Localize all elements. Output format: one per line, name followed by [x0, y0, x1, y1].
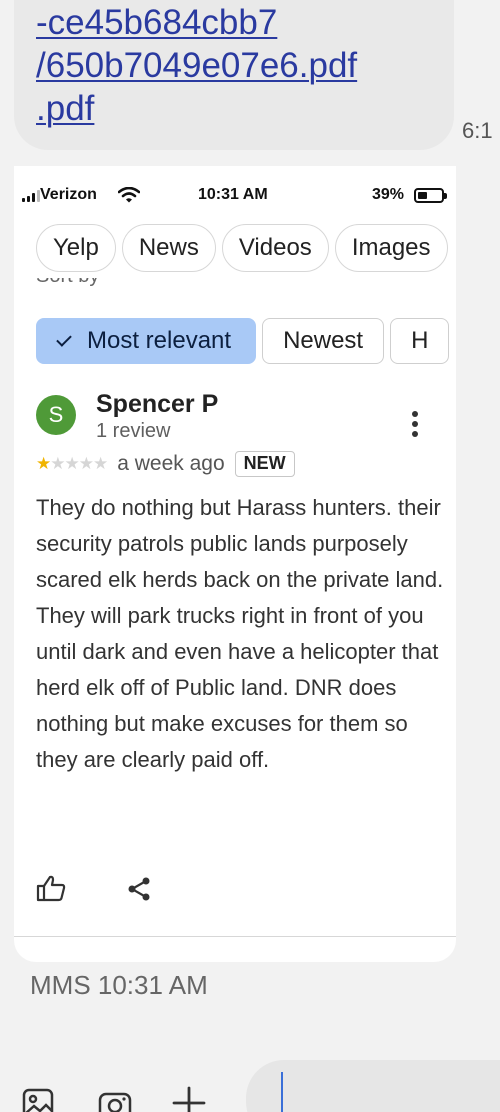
message-timestamp: 6:1	[462, 118, 493, 143]
sort-most-relevant[interactable]: Most relevant	[36, 318, 257, 364]
share-icon[interactable]	[126, 876, 152, 902]
attachment-link-line-3[interactable]: .pdf	[36, 87, 454, 130]
battery-icon	[414, 188, 447, 203]
image-attachment[interactable]: Verizon 10:31 AM 39% Yelp News Videos Image…	[14, 166, 456, 962]
embedded-status-bar: Verizon 10:31 AM 39%	[14, 184, 456, 208]
reviewer-name[interactable]: Spencer P	[96, 390, 218, 419]
sort-by-label: Sort by	[36, 278, 99, 288]
add-icon[interactable]	[172, 1086, 206, 1112]
new-badge: NEW	[234, 451, 295, 477]
sort-highest[interactable]: H	[390, 318, 450, 364]
wifi-icon	[118, 187, 140, 203]
message-composer	[0, 1060, 500, 1112]
message-input[interactable]	[246, 1060, 500, 1112]
star-rating: ★★★★★	[36, 454, 108, 474]
text-cursor	[281, 1072, 283, 1112]
search-filter-chips: Yelp News Videos Images	[36, 224, 454, 272]
more-options-icon[interactable]	[412, 411, 420, 437]
sort-most-relevant-label: Most relevant	[87, 327, 232, 354]
chip-images[interactable]: Images	[334, 224, 448, 272]
check-icon	[56, 331, 72, 347]
link-message-bubble: -ce45b684cbb7 /650b7049e07e6.pdf .pdf	[14, 0, 454, 150]
star-icon: ★★★★	[50, 454, 108, 473]
review-text: They do nothing but Harass hunters. thei…	[36, 495, 444, 772]
cell-signal-icon	[22, 190, 40, 202]
chip-news[interactable]: News	[121, 224, 216, 272]
reviewer-avatar[interactable]: S	[36, 395, 76, 435]
divider	[14, 936, 456, 937]
gallery-icon[interactable]	[22, 1088, 54, 1112]
battery-percentage: 39%	[372, 186, 405, 203]
carrier-name: Verizon	[40, 186, 97, 203]
reviewer-review-count: 1 review	[96, 420, 171, 442]
sort-newest[interactable]: Newest	[262, 318, 385, 364]
review-time-ago: a week ago	[117, 452, 225, 475]
chip-videos[interactable]: Videos	[221, 224, 329, 272]
chip-yelp[interactable]: Yelp	[36, 224, 116, 272]
sort-options: Most relevant Newest H	[36, 318, 455, 364]
attachment-link-line-2[interactable]: /650b7049e07e6.pdf	[36, 44, 454, 87]
camera-icon[interactable]	[98, 1088, 132, 1112]
mms-timestamp: MMS 10:31 AM	[30, 970, 208, 1000]
status-time: 10:31 AM	[198, 186, 268, 203]
attachment-link-line-1[interactable]: -ce45b684cbb7	[36, 1, 454, 44]
review-rating-row: ★★★★★ a week ago NEW	[36, 451, 295, 479]
thumbs-up-icon[interactable]	[36, 874, 66, 902]
star-icon: ★	[36, 454, 51, 473]
